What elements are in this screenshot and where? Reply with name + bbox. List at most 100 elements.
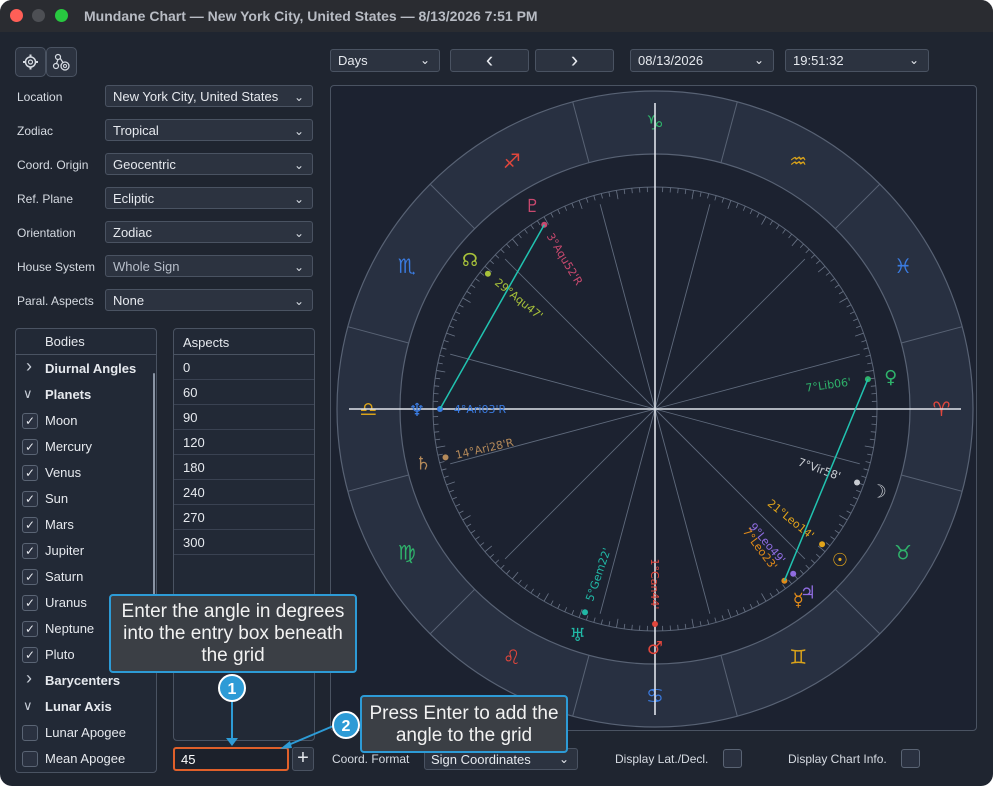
display-lat-checkbox[interactable] <box>723 749 742 768</box>
coord-format-label: Coord. Format <box>332 752 410 766</box>
checkbox[interactable]: ✓ <box>22 517 38 533</box>
bodies-scrollbar[interactable] <box>153 373 155 607</box>
zodiac-select[interactable]: Tropical ⌄ <box>105 119 313 141</box>
paral-aspects-select[interactable]: None ⌄ <box>105 289 313 311</box>
aspects-header-label: Aspects <box>183 335 230 350</box>
sign-glyph: ♐ <box>503 149 521 173</box>
close-window-button[interactable] <box>10 9 23 22</box>
coord-origin-select[interactable]: Geocentric ⌄ <box>105 153 313 175</box>
step-select[interactable]: Days ⌄ <box>330 49 440 72</box>
coord-format-value: Sign Coordinates <box>431 752 531 767</box>
bodies-row-label: Saturn <box>45 569 84 584</box>
orientation-select[interactable]: Zodiac ⌄ <box>105 221 313 243</box>
chevron-down-icon: ⌄ <box>293 226 304 240</box>
step-select-value: Days <box>338 53 368 68</box>
bodies-group-diurnal-angles[interactable]: › Diurnal Angles <box>16 356 156 382</box>
checkbox[interactable]: ✓ <box>22 621 38 637</box>
planet-label: 1°Can44' <box>648 559 661 610</box>
aspect-row[interactable]: 180 <box>174 455 314 480</box>
house-system-select[interactable]: Whole Sign ⌄ <box>105 255 313 277</box>
bodies-row-label: Venus <box>45 465 82 480</box>
aspects-header: Aspects <box>174 329 314 355</box>
orientation-value: Zodiac <box>113 225 153 240</box>
callout-one-text: Enter the angle in degrees into the entr… <box>121 601 345 666</box>
zoom-window-button[interactable] <box>55 9 68 22</box>
paral-aspects-value: None <box>113 293 145 308</box>
bodies-row-label: Uranus <box>45 595 87 610</box>
chevron-down-icon[interactable]: ∨ <box>23 698 33 714</box>
sign-glyph: ♉ <box>894 540 912 564</box>
aspect-row[interactable]: 270 <box>174 505 314 530</box>
minimize-window-button[interactable] <box>32 9 45 22</box>
bodies-row-label: Planets <box>45 387 92 402</box>
degree-tick <box>434 431 440 433</box>
aspect-row[interactable]: 90 <box>174 405 314 430</box>
orientation-label: Orientation <box>17 226 76 240</box>
checkbox[interactable]: ✓ <box>22 491 38 507</box>
mundane-chart-wheel[interactable]: ♑♐♏♎♍♌♋♊♉♈♓♒♇3°Aqu52'R☊29°Aqu47'♆ 4°Ari03… <box>331 86 976 730</box>
bodies-item-mars[interactable]: ✓ Mars <box>16 512 156 538</box>
degree-tick <box>434 385 440 387</box>
bodies-item-mercury[interactable]: ✓ Mercury <box>16 434 156 460</box>
checkbox[interactable]: ✓ <box>22 595 38 611</box>
aspect-row[interactable]: 120 <box>174 430 314 455</box>
degree-tick <box>870 431 876 433</box>
previous-button[interactable]: ‹ <box>450 49 529 72</box>
bodies-item-venus[interactable]: ✓ Venus <box>16 460 156 486</box>
checkbox[interactable] <box>22 725 38 741</box>
bodies-item-saturn[interactable]: ✓ Saturn <box>16 564 156 590</box>
bodies-item-sun[interactable]: ✓ Sun <box>16 486 156 512</box>
bodies-item-mean-apogee[interactable]: Mean Apogee <box>16 746 156 772</box>
checkbox[interactable]: ✓ <box>22 439 38 455</box>
nodes-gear-icon <box>52 53 70 71</box>
chevron-right-icon[interactable]: › <box>26 668 32 689</box>
checkbox[interactable]: ✓ <box>22 543 38 559</box>
date-select[interactable]: 08/13/2026 ⌄ <box>630 49 774 72</box>
next-button[interactable]: › <box>535 49 614 72</box>
planet-glyph-saturn: ♄ <box>415 454 431 475</box>
bodies-row-label: Lunar Axis <box>45 699 112 714</box>
aspect-row[interactable]: 60 <box>174 380 314 405</box>
bodies-row-label: Jupiter <box>45 543 85 558</box>
chevron-down-icon[interactable]: ∨ <box>23 386 33 402</box>
checkbox[interactable]: ✓ <box>22 465 38 481</box>
chevron-right-icon: › <box>570 47 579 72</box>
ref-plane-label: Ref. Plane <box>17 192 74 206</box>
bodies-item-moon[interactable]: ✓ Moon <box>16 408 156 434</box>
planet-dot <box>652 621 658 627</box>
planet-glyph-pluto: ♇ <box>524 196 540 217</box>
bodies-item-lunar-apogee[interactable]: Lunar Apogee <box>16 720 156 746</box>
angle-input[interactable] <box>173 747 289 771</box>
bodies-item-jupiter[interactable]: ✓ Jupiter <box>16 538 156 564</box>
planet-glyph-mars: ♂ <box>647 638 663 659</box>
aspect-row[interactable]: 0 <box>174 355 314 380</box>
chevron-right-icon[interactable]: › <box>26 356 32 377</box>
checkbox[interactable]: ✓ <box>22 647 38 663</box>
house-system-label: House System <box>17 260 96 274</box>
ref-plane-select[interactable]: Ecliptic ⌄ <box>105 187 313 209</box>
sign-glyph: ♓ <box>894 254 912 278</box>
checkbox[interactable]: ✓ <box>22 569 38 585</box>
aspect-row[interactable]: 240 <box>174 480 314 505</box>
location-label: Location <box>17 90 63 104</box>
location-select[interactable]: New York City, United States ⌄ <box>105 85 313 107</box>
bodies-row-label: Diurnal Angles <box>45 361 137 376</box>
settings-button[interactable] <box>15 47 46 77</box>
planet-glyph-mercury: ☿ <box>793 590 804 611</box>
bodies-group-planets[interactable]: ∨ Planets <box>16 382 156 408</box>
time-select[interactable]: 19:51:32 ⌄ <box>785 49 929 72</box>
bodies-row-label: Mercury <box>45 439 92 454</box>
display-info-checkbox[interactable] <box>901 749 920 768</box>
checkbox[interactable]: ✓ <box>22 413 38 429</box>
checkbox[interactable] <box>22 751 38 767</box>
chevron-down-icon: ⌄ <box>293 260 304 274</box>
planet-dot <box>582 609 589 616</box>
aspect-row[interactable]: 300 <box>174 530 314 555</box>
bodies-group-lunar-axis[interactable]: ∨ Lunar Axis <box>16 694 156 720</box>
aspect-value: 180 <box>183 460 205 475</box>
chart-settings-button[interactable] <box>46 47 77 77</box>
callout-two: Press Enter to add the angle to the grid <box>360 695 568 753</box>
coord-origin-label: Coord. Origin <box>17 158 89 172</box>
app-window: Mundane Chart — New York City, United St… <box>0 0 993 786</box>
display-info-label: Display Chart Info. <box>788 752 887 766</box>
